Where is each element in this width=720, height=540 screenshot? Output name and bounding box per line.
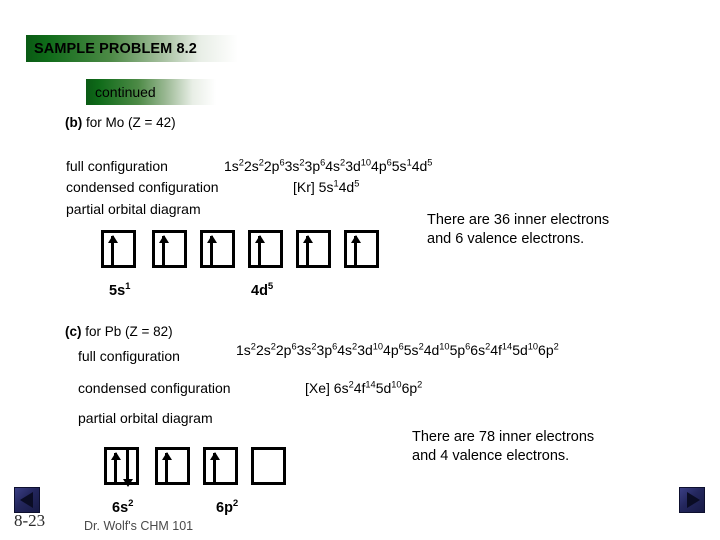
triangle-left-icon bbox=[20, 492, 33, 508]
part-c-note-line-1: There are 78 inner electrons bbox=[412, 429, 595, 445]
next-slide-button[interactable] bbox=[679, 487, 705, 513]
part-b-tag: (b) bbox=[65, 115, 83, 130]
part-c-heading-rest: for Pb (Z = 82) bbox=[81, 324, 173, 339]
part-c-note-line-2: and 4 valence electrons. bbox=[412, 448, 570, 465]
part-c-heading: (c) for Pb (Z = 82) bbox=[65, 324, 173, 339]
spin-up-arrow-icon bbox=[302, 235, 313, 265]
part-b-4d-caption: 4d5 bbox=[251, 281, 274, 299]
spin-up-arrow-icon bbox=[161, 452, 172, 482]
spin-up-arrow-icon bbox=[206, 235, 217, 265]
part-c-electron-note: There are 78 inner electrons and 4 valen… bbox=[412, 428, 594, 466]
spin-up-arrow-icon bbox=[350, 235, 361, 265]
5s-orbital-box[interactable] bbox=[101, 230, 136, 268]
part-c-orbital-diagram bbox=[104, 447, 286, 487]
sample-problem-title: SAMPLE PROBLEM 8.2 bbox=[34, 40, 197, 57]
6p-orbital-box-1[interactable] bbox=[155, 447, 190, 485]
part-c-full-config-label: full configuration bbox=[78, 348, 180, 364]
part-b-full-config-label: full configuration bbox=[66, 158, 168, 174]
part-b-heading-rest: for Mo (Z = 42) bbox=[82, 115, 176, 130]
part-c-6p-caption: 6p2 bbox=[216, 498, 239, 516]
4d-orbital-box-5[interactable] bbox=[344, 230, 379, 268]
spin-up-arrow-icon bbox=[209, 452, 220, 482]
sample-problem-banner: SAMPLE PROBLEM 8.2 bbox=[26, 35, 238, 62]
4d-orbital-box-2[interactable] bbox=[200, 230, 235, 268]
part-b-electron-note: There are 36 inner electrons and 6 valen… bbox=[427, 211, 609, 249]
page-number: 8-23 bbox=[14, 511, 46, 530]
part-c-tag: (c) bbox=[65, 324, 82, 339]
part-b-5s-caption: 5s1 bbox=[109, 281, 131, 299]
spin-up-arrow-icon bbox=[110, 452, 121, 482]
part-b-full-config-value: 1s22s22p63s23p64s23d104p65s14d5 bbox=[224, 157, 433, 174]
triangle-right-icon bbox=[687, 492, 700, 508]
part-b-condensed-config-value: [Kr] 5s14d5 bbox=[293, 178, 360, 195]
footer-credit: Dr. Wolf's CHM 101 bbox=[84, 519, 194, 533]
part-b-partial-orbital-label: partial orbital diagram bbox=[66, 201, 201, 217]
part-c-6s-caption: 6s2 bbox=[112, 498, 134, 516]
4d-orbital-box-4[interactable] bbox=[296, 230, 331, 268]
part-c-condensed-config-value: [Xe] 6s24f145d106p2 bbox=[305, 379, 423, 396]
slide-canvas: SAMPLE PROBLEM 8.2 continued (b) for Mo … bbox=[0, 0, 720, 540]
6p-orbital-box-3[interactable] bbox=[251, 447, 286, 485]
part-b-note-line-2: and 6 valence electrons. bbox=[427, 231, 585, 248]
part-b-orbital-diagram bbox=[101, 230, 379, 268]
part-c-condensed-config-label: condensed configuration bbox=[78, 380, 231, 396]
part-c-partial-orbital-label: partial orbital diagram bbox=[78, 410, 213, 426]
4d-orbital-box-3[interactable] bbox=[248, 230, 283, 268]
continued-banner: continued bbox=[86, 79, 216, 105]
spin-up-arrow-icon bbox=[254, 235, 265, 265]
part-b-heading: (b) for Mo (Z = 42) bbox=[65, 115, 176, 130]
4d-orbital-box-1[interactable] bbox=[152, 230, 187, 268]
spin-down-arrow-icon bbox=[122, 450, 133, 487]
part-b-note-line-1: There are 36 inner electrons bbox=[427, 212, 610, 228]
part-b-condensed-config-label: condensed configuration bbox=[66, 179, 219, 195]
previous-slide-button[interactable] bbox=[14, 487, 40, 513]
6s-orbital-box[interactable] bbox=[104, 447, 139, 487]
spin-up-arrow-icon bbox=[107, 235, 118, 265]
spin-up-arrow-icon bbox=[158, 235, 169, 265]
6p-orbital-box-2[interactable] bbox=[203, 447, 238, 485]
part-c-full-config-value: 1s22s22p63s23p64s23d104p65s24d105p66s24f… bbox=[236, 341, 559, 358]
continued-label: continued bbox=[95, 84, 156, 100]
